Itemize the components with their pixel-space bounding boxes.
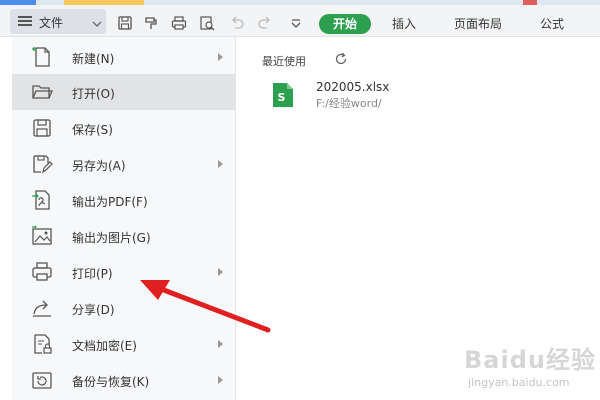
menu-item-label: 打开(O) (72, 87, 115, 101)
menu-item-label: 打印(P) (72, 267, 113, 281)
tab-page-layout[interactable]: 页面布局 (446, 14, 510, 34)
menu-item-label: 分享(D) (72, 303, 115, 317)
save-icon[interactable] (117, 15, 133, 31)
menu-item-share[interactable]: 分享(D) (12, 290, 236, 326)
tab-insert[interactable]: 插入 (384, 14, 424, 34)
menu-item-print[interactable]: 打印(P) (12, 254, 236, 290)
printer-icon[interactable] (171, 15, 187, 31)
submenu-arrow-icon (218, 53, 223, 61)
redo-icon[interactable] (257, 15, 273, 31)
export-pdf-icon (30, 188, 54, 212)
menu-item-new[interactable]: 新建(N) (12, 39, 236, 75)
tab-formula[interactable]: 公式 (532, 14, 572, 34)
new-file-icon (30, 45, 54, 69)
recent-file-path: F:/经验word/ (316, 97, 382, 110)
file-menu-button[interactable]: 文件 (10, 9, 106, 34)
submenu-arrow-icon (218, 376, 223, 384)
watermark-subtext: jingyan.baidu.com (468, 376, 570, 389)
file-menu-label: 文件 (39, 16, 64, 30)
menu-item-encrypt[interactable]: 文档加密(E) (12, 326, 236, 362)
document-encrypt-icon (30, 332, 54, 356)
save-as-icon (30, 152, 54, 176)
menu-item-export-pdf[interactable]: 输出为PDF(F) (12, 182, 236, 218)
menu-item-label: 备份与恢复(K) (72, 375, 150, 389)
svg-text:S: S (278, 91, 286, 104)
undo-icon[interactable] (229, 15, 245, 31)
recent-files-title: 最近使用 (262, 55, 306, 68)
menu-item-label: 文档加密(E) (72, 339, 137, 353)
customize-toolbar-icon[interactable] (288, 15, 304, 31)
menu-item-export-image[interactable]: 输出为图片(G) (12, 218, 236, 254)
spreadsheet-file-icon: S (272, 82, 294, 108)
hamburger-menu-icon (18, 15, 32, 27)
menu-item-backup-restore[interactable]: 备份与恢复(K) (12, 362, 236, 398)
baidu-watermark: Baidu经验 jingyan.baidu.com (446, 326, 596, 396)
menu-item-save-as[interactable]: 另存为(A) (12, 146, 236, 182)
menu-item-label: 输出为图片(G) (72, 231, 151, 245)
print-preview-icon[interactable] (199, 15, 215, 31)
watermark-text: Baidu经验 (464, 346, 596, 374)
menu-item-label: 新建(N) (72, 52, 115, 66)
printer-icon (30, 260, 54, 284)
menu-item-label: 另存为(A) (72, 159, 126, 173)
export-image-icon (30, 224, 54, 248)
menu-item-label: 输出为PDF(F) (72, 195, 148, 209)
submenu-arrow-icon (218, 340, 223, 348)
submenu-arrow-icon (218, 160, 223, 168)
share-icon (30, 296, 54, 320)
tab-start[interactable]: 开始 (319, 14, 371, 34)
submenu-arrow-icon (218, 268, 223, 276)
toolbar: 文件 开始 插入 页面布局 公式 (0, 5, 600, 37)
recent-file-name: 202005.xlsx (316, 80, 390, 94)
menu-item-save[interactable]: 保存(S) (12, 110, 236, 146)
menu-item-label: 保存(S) (72, 123, 113, 137)
save-icon (30, 116, 54, 140)
chevron-down-icon (92, 17, 102, 27)
file-menu-panel: 新建(N) 打开(O) 保存(S) 另存为(A) 输出为PDF(F) 输出为图片 (12, 37, 236, 400)
recent-file-item[interactable]: S 202005.xlsx F:/经验word/ (272, 80, 472, 110)
backup-restore-icon (30, 368, 54, 392)
menu-item-open[interactable]: 打开(O) (12, 74, 236, 110)
format-painter-icon[interactable] (143, 15, 159, 31)
refresh-icon[interactable] (334, 52, 348, 66)
folder-open-icon (30, 80, 54, 104)
